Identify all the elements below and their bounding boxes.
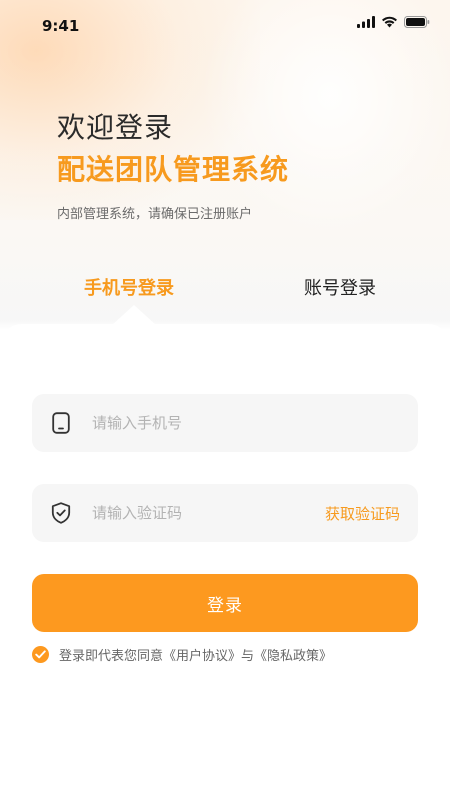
battery-icon <box>404 16 430 28</box>
agreement-checkbox[interactable] <box>32 646 49 663</box>
shield-check-icon <box>50 502 72 524</box>
subtitle: 内部管理系统，请确保已注册账户 <box>57 207 253 222</box>
tab-phone-login[interactable]: 手机号登录 <box>84 274 174 300</box>
active-tab-indicator <box>112 305 156 325</box>
agreement-text[interactable]: 登录即代表您同意《用户协议》与《隐私政策》 <box>59 645 332 664</box>
status-icons <box>357 16 430 28</box>
welcome-title: 欢迎登录 <box>57 111 174 144</box>
login-button[interactable]: 登录 <box>32 574 418 632</box>
system-name-title: 配送团队管理系统 <box>57 153 290 186</box>
get-code-button[interactable]: 获取验证码 <box>325 503 400 524</box>
status-bar: 9:41 <box>0 0 450 52</box>
verification-code-field[interactable]: 获取验证码 <box>32 484 418 542</box>
wifi-icon <box>381 16 398 28</box>
status-time: 9:41 <box>42 17 80 35</box>
verification-code-input[interactable] <box>92 504 312 522</box>
checkmark-icon <box>35 650 46 659</box>
login-screen: 9:41 欢迎登录 配送团队管理系统 内部管理系统，请确保已注册账户 手机号登录… <box>0 0 450 800</box>
phone-icon <box>50 412 72 434</box>
signal-icon <box>357 16 375 28</box>
agreement-row: 登录即代表您同意《用户协议》与《隐私政策》 <box>32 645 332 664</box>
phone-field[interactable] <box>32 394 418 452</box>
phone-input[interactable] <box>92 414 312 432</box>
tab-account-login[interactable]: 账号登录 <box>304 274 376 300</box>
